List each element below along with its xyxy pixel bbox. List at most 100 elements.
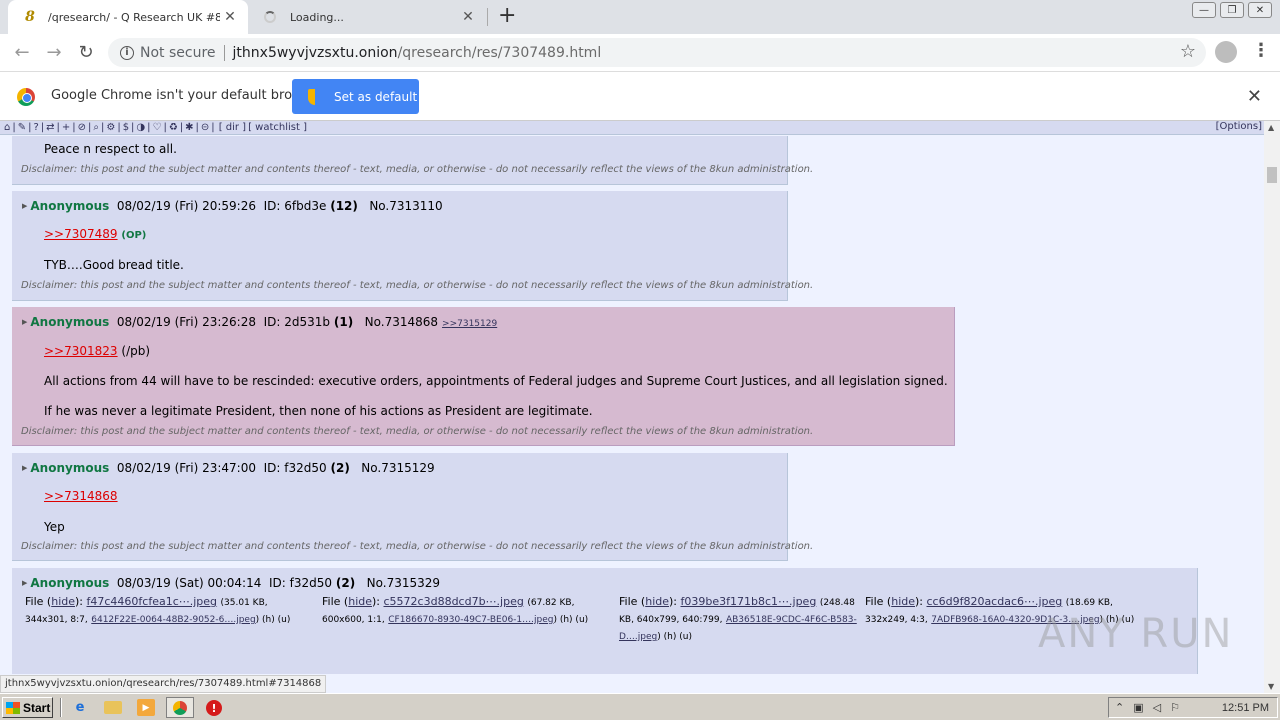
folder-icon[interactable] (104, 701, 122, 714)
close-tab-icon[interactable]: ✕ (458, 9, 478, 25)
taskbar-clock[interactable]: 12:51 PM (1222, 702, 1269, 714)
post-number[interactable]: No.7313110 (369, 199, 442, 213)
network-icon[interactable]: ▣ (1133, 701, 1143, 714)
infobar-close-icon[interactable]: ✕ (1247, 86, 1262, 107)
stop-icon[interactable]: ! (206, 700, 222, 716)
id-post-count: (1) (333, 315, 354, 329)
quote-link[interactable]: >>7314868 (44, 489, 118, 503)
poster-id[interactable]: ID: 2d531b (264, 315, 330, 329)
volume-icon[interactable]: ◁ (1153, 701, 1161, 714)
scrollbar-thumb[interactable] (1267, 167, 1277, 183)
tab-qresearch[interactable]: 8 /qresearch/ - Q Research UK #8: Bo ✕ (8, 0, 248, 34)
tray-expand-icon[interactable]: ⌃ (1115, 701, 1124, 714)
options-link[interactable]: [Options] (1216, 121, 1262, 132)
post-header: ▶ Anonymous 08/02/19 (Fri) 23:47:00 ID: f… (22, 461, 435, 475)
post-header: ▶ Anonymous 08/02/19 (Fri) 20:59:26 ID: 6… (22, 199, 443, 213)
hide-file-link[interactable]: hide (891, 595, 915, 608)
chrome-logo-icon (17, 88, 35, 106)
post-menu-icon[interactable]: ▶ (22, 318, 27, 326)
start-button[interactable]: Start (2, 697, 53, 718)
poster-id[interactable]: ID: f32d50 (269, 576, 332, 590)
post-number[interactable]: No.7315329 (367, 576, 440, 590)
reload-icon[interactable]: ↻ (70, 42, 102, 63)
profile-avatar-icon[interactable] (1215, 41, 1237, 63)
address-separator (223, 44, 225, 61)
post-menu-icon[interactable]: ▶ (22, 464, 27, 472)
file-extra-links[interactable]: ) (h) (u) (553, 615, 588, 625)
quote-suffix: (/pb) (121, 344, 151, 358)
dir-link[interactable]: [ dir ] (219, 122, 246, 133)
post-quote-line: >>7301823 (/pb) (44, 344, 150, 358)
board-toolbar-icons[interactable]: ⌂|✎|?|⇄|+|⊘|⌕|⚙|$|◑|♡|♻|✱|⊝| (4, 122, 217, 133)
backlink[interactable]: >>7315129 (442, 319, 497, 329)
chrome-taskbar-icon[interactable] (166, 697, 194, 718)
post-text: TYB….Good bread title. (44, 258, 184, 272)
close-tab-icon[interactable]: ✕ (220, 9, 240, 25)
file-extra-links[interactable]: ) (h) (u) (256, 615, 291, 625)
original-filename-link[interactable]: 6412F22E-0064-48B2-9052-6….jpeg (91, 615, 255, 625)
file-name-link[interactable]: cc6d9f820acdac6⋯.jpeg (927, 595, 1063, 608)
address-bar[interactable]: i Not secure jthnx5wyvjvzsxtu.onion/qres… (108, 38, 1206, 67)
file-name-link[interactable]: f039be3f171b8c1⋯.jpeg (681, 595, 817, 608)
poster-name: Anonymous (30, 199, 110, 213)
post-disclaimer: Disclaimer: this post and the subject ma… (21, 164, 814, 175)
file-name-link[interactable]: f47c4460fcfea1c⋯.jpeg (87, 595, 218, 608)
post-number[interactable]: No.7315129 (361, 461, 434, 475)
close-window-button[interactable]: ✕ (1248, 2, 1272, 18)
poster-id[interactable]: ID: 6fbd3e (264, 199, 327, 213)
post-number[interactable]: No.7314868 (365, 315, 438, 329)
poster-name: Anonymous (30, 315, 110, 329)
windows-logo-icon (6, 701, 20, 714)
page-content: ⌂|✎|?|⇄|+|⊘|⌕|⚙|$|◑|♡|♻|✱|⊝| [ dir ] [ w… (0, 121, 1264, 674)
post-date: 08/02/19 (Fri) 20:59:26 (116, 199, 256, 213)
post-quote-line: >>7314868 (44, 489, 118, 503)
default-browser-infobar: Google Chrome isn't your default browser… (0, 71, 1280, 121)
poster-name: Anonymous (30, 461, 110, 475)
tab-title: /qresearch/ - Q Research UK #8: Bo (48, 10, 220, 24)
file-name-link[interactable]: c5572c3d88dcd7b⋯.jpeg (384, 595, 524, 608)
flag-icon[interactable]: ⚐ (1170, 701, 1180, 714)
post-text: Peace n respect to all. (44, 142, 177, 156)
poster-id[interactable]: ID: f32d50 (264, 461, 327, 475)
bookmark-star-icon[interactable]: ☆ (1180, 41, 1196, 62)
8kun-icon: 8 (25, 9, 35, 25)
post-7315329: ▶ Anonymous 08/03/19 (Sat) 00:04:14 ID: f… (12, 568, 1198, 674)
new-tab-button[interactable]: + (498, 3, 516, 28)
watermark-text: ANY RUN (1038, 611, 1234, 657)
quote-link[interactable]: >>7301823 (44, 344, 118, 358)
info-icon[interactable]: i (120, 45, 134, 60)
media-player-icon[interactable]: ▶ (137, 699, 155, 716)
hide-file-link[interactable]: hide (51, 595, 75, 608)
post-menu-icon[interactable]: ▶ (22, 202, 27, 210)
tab-loading[interactable]: Loading... ✕ (250, 0, 486, 34)
original-filename-link[interactable]: CF186670-8930-49C7-BE06-1….jpeg (388, 615, 553, 625)
set-as-default-button[interactable]: Set as default (292, 79, 419, 114)
tab-strip: 8 /qresearch/ - Q Research UK #8: Bo ✕ L… (0, 0, 1280, 34)
kebab-menu-icon[interactable]: ⋮ (1252, 40, 1270, 61)
quote-link[interactable]: >>7307489 (44, 227, 118, 241)
post-text: If he was never a legitimate President, … (44, 404, 593, 418)
post-disclaimer: Disclaimer: this post and the subject ma… (21, 280, 814, 291)
forward-arrow-icon[interactable]: → (38, 42, 70, 63)
internet-explorer-icon[interactable]: e (71, 699, 89, 716)
file-extra-links[interactable]: ) (h) (u) (657, 632, 692, 642)
post-text: Yep (44, 520, 65, 534)
minimize-button[interactable]: — (1192, 2, 1216, 18)
scroll-down-arrow-icon[interactable]: ▼ (1268, 682, 1274, 691)
page-scrollbar[interactable]: ▲ ▼ (1264, 121, 1280, 693)
post-7315129: ▶ Anonymous 08/02/19 (Fri) 23:47:00 ID: f… (12, 453, 813, 561)
post-menu-icon[interactable]: ▶ (22, 579, 27, 587)
security-label[interactable]: Not secure (140, 45, 216, 61)
back-arrow-icon[interactable]: ← (6, 42, 38, 63)
post-text: All actions from 44 will have to be resc… (44, 374, 948, 388)
infobar-message: Google Chrome isn't your default browser (51, 88, 323, 103)
file-info: File (hide): f47c4460fcfea1c⋯.jpeg (35.0… (25, 595, 291, 625)
start-label: Start (23, 700, 51, 715)
watchlist-link[interactable]: [ watchlist ] (248, 122, 307, 133)
maximize-button[interactable]: ❐ (1220, 2, 1244, 18)
post-date: 08/02/19 (Fri) 23:26:28 (116, 315, 256, 329)
scroll-up-arrow-icon[interactable]: ▲ (1268, 123, 1274, 132)
hide-file-link[interactable]: hide (645, 595, 669, 608)
post-partial: Peace n respect to all. Disclaimer: this… (12, 136, 813, 185)
hide-file-link[interactable]: hide (348, 595, 372, 608)
